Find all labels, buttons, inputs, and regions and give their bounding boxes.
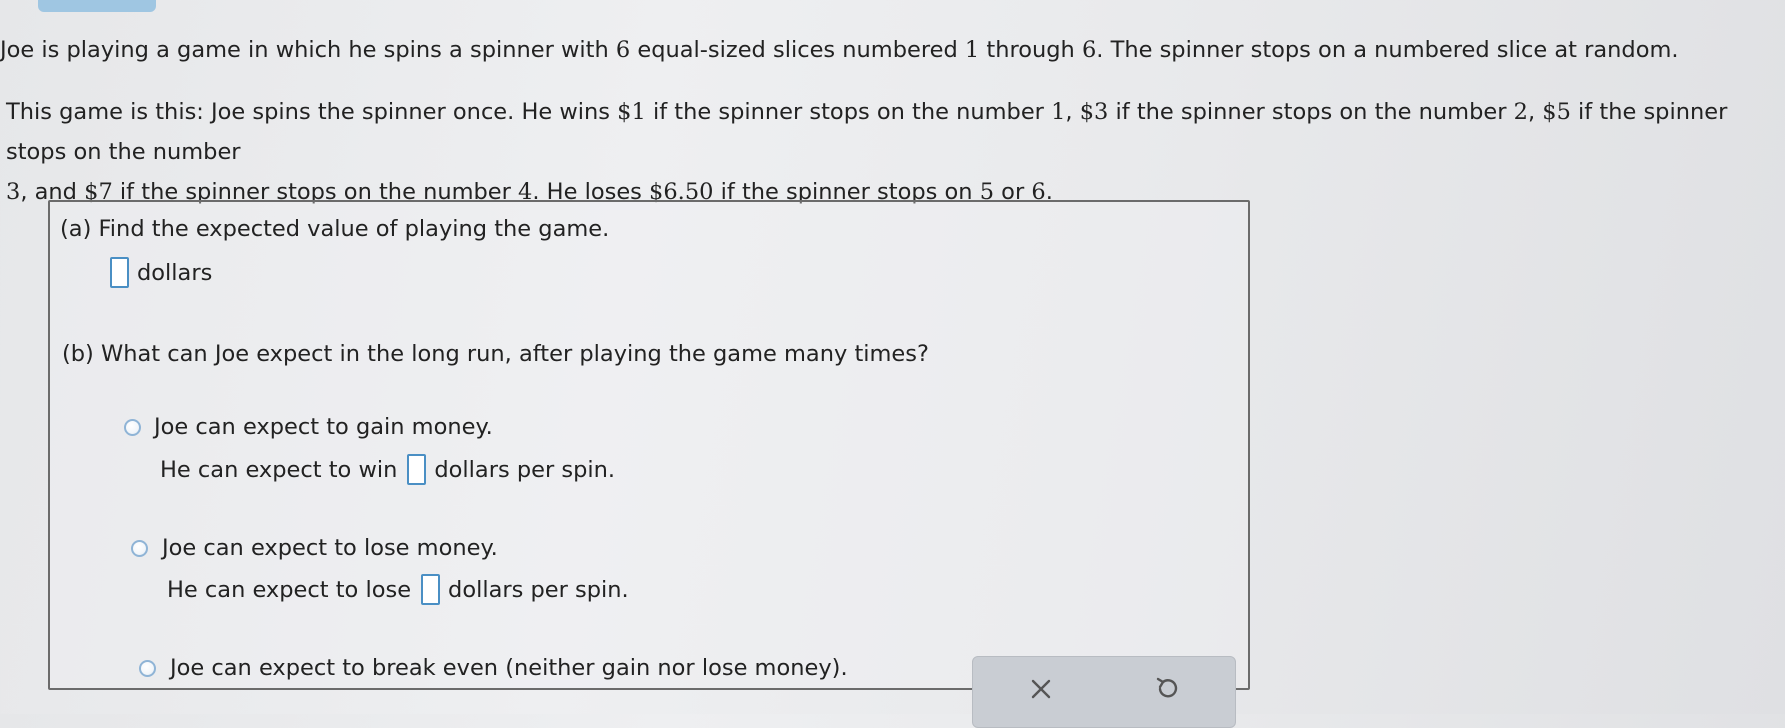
break-even-option-label: Joe can expect to break even (neither ga… (170, 655, 848, 681)
win-amount-input[interactable] (407, 454, 427, 485)
part-a-question: (a) Find the expected value of playing t… (60, 216, 610, 242)
expected-value-input[interactable] (110, 257, 129, 288)
intro-paragraph-1: Joe is playing a game in which he spins … (0, 37, 1679, 63)
gain-detail-unit: dollars per spin. (434, 456, 616, 483)
lose-detail-row: He can expect to lose dollars per spin. (167, 574, 629, 605)
undo-button[interactable] (1143, 665, 1191, 713)
problem-statement: Joe is playing a game in which he spins … (0, 30, 1770, 212)
gain-money-radio[interactable] (124, 419, 141, 436)
gain-detail-text: He can expect to win (160, 456, 398, 483)
question-panel: (a) Find the expected value of playing t… (48, 200, 1250, 690)
part-a-answer-row: dollars (110, 257, 212, 288)
lose-detail-text: He can expect to lose (167, 576, 412, 603)
x-icon (1031, 679, 1051, 699)
lose-option-label: Joe can expect to lose money. (162, 535, 498, 561)
part-a-unit: dollars (137, 259, 213, 286)
clear-button[interactable] (1017, 665, 1065, 713)
part-b-question: (b) What can Joe expect in the long run,… (62, 341, 929, 367)
break-even-radio[interactable] (139, 660, 156, 677)
lose-amount-input[interactable] (421, 574, 441, 605)
lose-detail-unit: dollars per spin. (448, 576, 629, 603)
lose-money-radio[interactable] (131, 540, 148, 557)
undo-icon (1156, 677, 1178, 698)
gain-detail-row: He can expect to win dollars per spin. (160, 454, 615, 485)
intro-paragraph-2: This game is this: Joe spins the spinner… (6, 99, 1728, 205)
answer-toolbar (972, 656, 1236, 728)
top-tab-decoration (38, 0, 156, 12)
gain-option-label: Joe can expect to gain money. (154, 414, 493, 440)
